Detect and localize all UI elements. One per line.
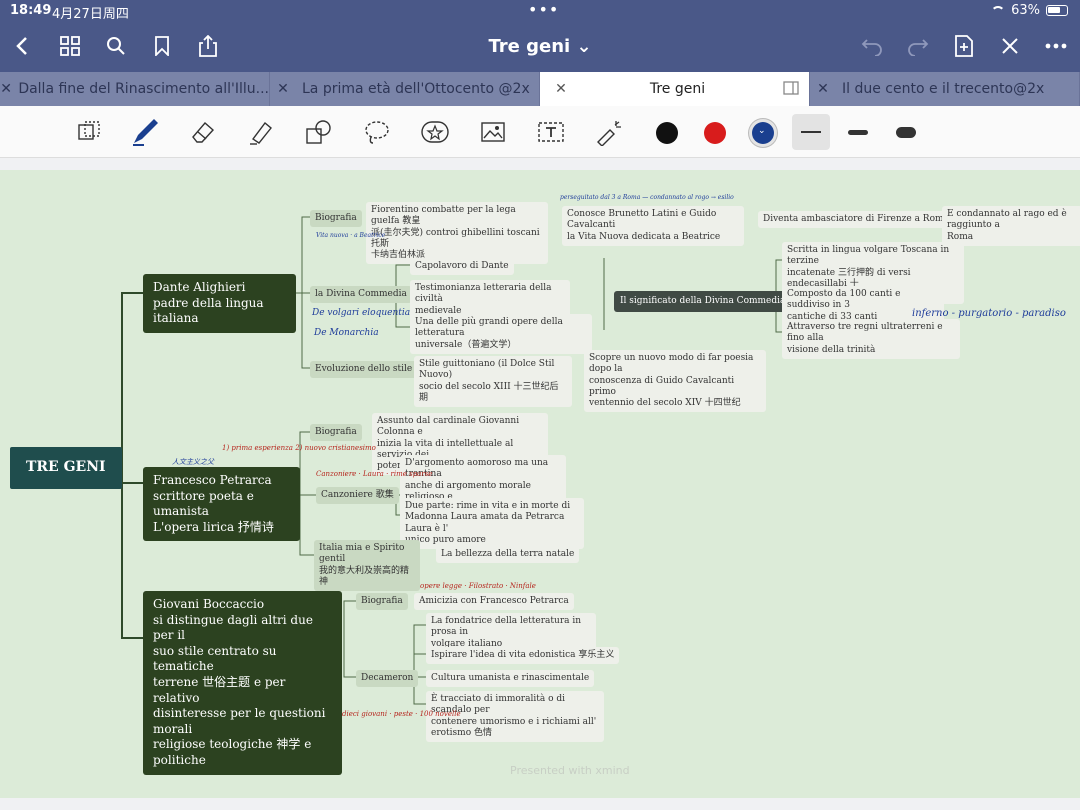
handwritten-note: 1) prima esperienza 2) nuovo cristianesi… [222,444,376,452]
battery-area: 63% [991,3,1068,18]
canzoniere-2[interactable]: Due parte: rime in vita e in morte di Ma… [400,498,584,549]
dante-biografia-node[interactable]: Biografia [310,210,362,228]
multitasking-dots-icon[interactable]: ••• [528,0,559,19]
tab-close-icon[interactable]: ✕ [0,81,12,97]
eraser-tool-icon[interactable] [186,116,220,148]
tab-bar: ✕ Dalla fine del Rinascimento all'Illu..… [0,72,1080,106]
commedia-1[interactable]: Capolavoro di Dante [410,258,514,276]
evoluzione-1[interactable]: Stile guittoniano (il Dolce Stil Nuovo) … [414,356,572,407]
boccaccio-biografia-node[interactable]: Biografia [356,593,408,611]
close-edit-icon[interactable] [996,32,1024,60]
petrarca-node[interactable]: Francesco Petrarca scrittore poeta e uma… [143,467,300,542]
undo-icon[interactable] [858,32,886,60]
tab-prima-eta[interactable]: ✕ La prima età dell'Ottocento @2x [270,72,540,106]
status-bar: 18:49 4月27日周四 ••• 63% [0,0,1080,22]
stroke-thin-selected[interactable] [792,114,830,150]
evoluzione-2[interactable]: Scopre un nuovo modo di far poesia dopo … [584,350,766,413]
dante-node[interactable]: Dante Alighieri padre della lingua itali… [143,274,296,333]
bottom-bar [0,798,1080,810]
split-view-icon[interactable] [783,81,799,99]
handwritten-note: inferno - purgatorio - paradiso [912,308,1066,319]
battery-icon [1046,5,1068,16]
chevron-down-icon: ⌄ [758,126,766,136]
status-date: 4月27日周四 [52,7,129,22]
root-node[interactable]: TRE GENI [10,447,122,489]
tab-tre-geni[interactable]: ✕ Tre geni [540,72,810,106]
tab-label: Dalla fine del Rinascimento all'Illu... [18,81,269,97]
wifi-icon [991,5,1006,16]
dante-bio-2[interactable]: Conosce Brunetto Latini e Guido Cavalcan… [562,206,744,246]
mindmap-canvas[interactable]: TRE GENI Dante Alighieri padre della lin… [0,170,1080,798]
drawing-toolbar: ⌄ [0,106,1080,158]
handwritten-note: opere legge · Filostrato · Ninfale [420,582,536,590]
dante-evoluzione-node[interactable]: Evoluzione dello stile [310,361,418,379]
sticker-tool-icon[interactable] [418,116,452,148]
dante-bio-4[interactable]: E condannato al rago ed è raggiunto a Ro… [942,206,1080,246]
handwritten-note: dieci giovani · peste · 100 novelle [342,710,461,718]
tab-label: La prima età dell'Ottocento @2x [302,81,530,97]
italia-1[interactable]: La bellezza della terra natale [436,546,580,564]
tab-close-icon[interactable]: ✕ [548,81,574,97]
add-page-icon[interactable] [950,32,978,60]
handwritten-note: perseguitato dal 3 a Roma — condannato a… [560,194,734,201]
dante-bio-text[interactable]: Fiorentino combatte per la lega guelfa 教… [366,202,548,265]
decameron-2[interactable]: Ispirare l'idea di vita edonistica 享乐主义 [426,647,620,665]
tab-close-icon[interactable]: ✕ [810,81,836,97]
color-blue-swatch[interactable]: ⌄ [752,122,774,144]
handwritten-note: 人文主义之父 [172,458,214,466]
commedia-3[interactable]: Una delle più grandi opere della lettera… [410,314,592,354]
pen-tool-icon[interactable] [128,116,162,148]
dante-bio-3[interactable]: Diventa ambasciatore di Firenze a Roma [758,211,954,229]
boccaccio-bio-text[interactable]: Amicizia con Francesco Petrarca [414,593,574,611]
handwritten-note: Canzoniere · Laura · rime sparse [316,470,433,478]
handwritten-note: De volgari eloquentia [312,308,411,318]
boccaccio-node[interactable]: Giovani Boccaccio si distingue dagli alt… [143,591,342,775]
significato-node[interactable]: Il significato della Divina Commedia [614,291,792,313]
xmind-watermark: Presented with xmind [510,764,630,777]
lasso-select-icon[interactable] [72,116,106,148]
tab-label: Tre geni [649,81,706,97]
stroke-thick[interactable] [896,127,916,138]
laser-pointer-icon[interactable] [592,116,626,148]
canzoniere-node[interactable]: Canzoniere 歌集 [316,487,399,505]
dante-commedia-node[interactable]: la Divina Commedia [310,286,412,304]
shapes-tool-icon[interactable] [302,116,336,148]
app-toolbar: Tre geni ⌄ [0,22,1080,72]
handwritten-note: Vita nuova · a Beatrice [316,232,386,239]
tab-close-icon[interactable]: ✕ [270,81,296,97]
significato-3[interactable]: Attraverso tre regni ultraterreni e fino… [782,319,960,359]
decameron-node[interactable]: Decameron [356,670,419,688]
color-red-swatch[interactable] [704,122,726,144]
redo-icon[interactable] [904,32,932,60]
highlighter-tool-icon[interactable] [244,116,278,148]
tab-label: Il due cento e il trecento@2x [842,81,1045,97]
stroke-medium[interactable] [848,130,868,135]
lasso-tool-icon[interactable] [360,116,394,148]
text-tool-icon[interactable] [534,116,568,148]
battery-percent: 63% [1011,3,1040,18]
petrarca-biografia-node[interactable]: Biografia [310,424,362,442]
image-tool-icon[interactable] [476,116,510,148]
tab-due-cento[interactable]: ✕ Il due cento e il trecento@2x [810,72,1080,106]
italia-mia-node[interactable]: Italia mia e Spirito gentil 我的意大利及崇高的精神 [314,540,420,591]
handwritten-note: De Monarchia [314,328,379,338]
color-black-swatch[interactable] [656,122,678,144]
tab-dalla-fine[interactable]: ✕ Dalla fine del Rinascimento all'Illu..… [0,72,270,106]
status-time: 18:49 [10,3,52,18]
more-options-icon[interactable] [1042,32,1070,60]
decameron-3[interactable]: Cultura umanista e rinascimentale [426,670,595,688]
